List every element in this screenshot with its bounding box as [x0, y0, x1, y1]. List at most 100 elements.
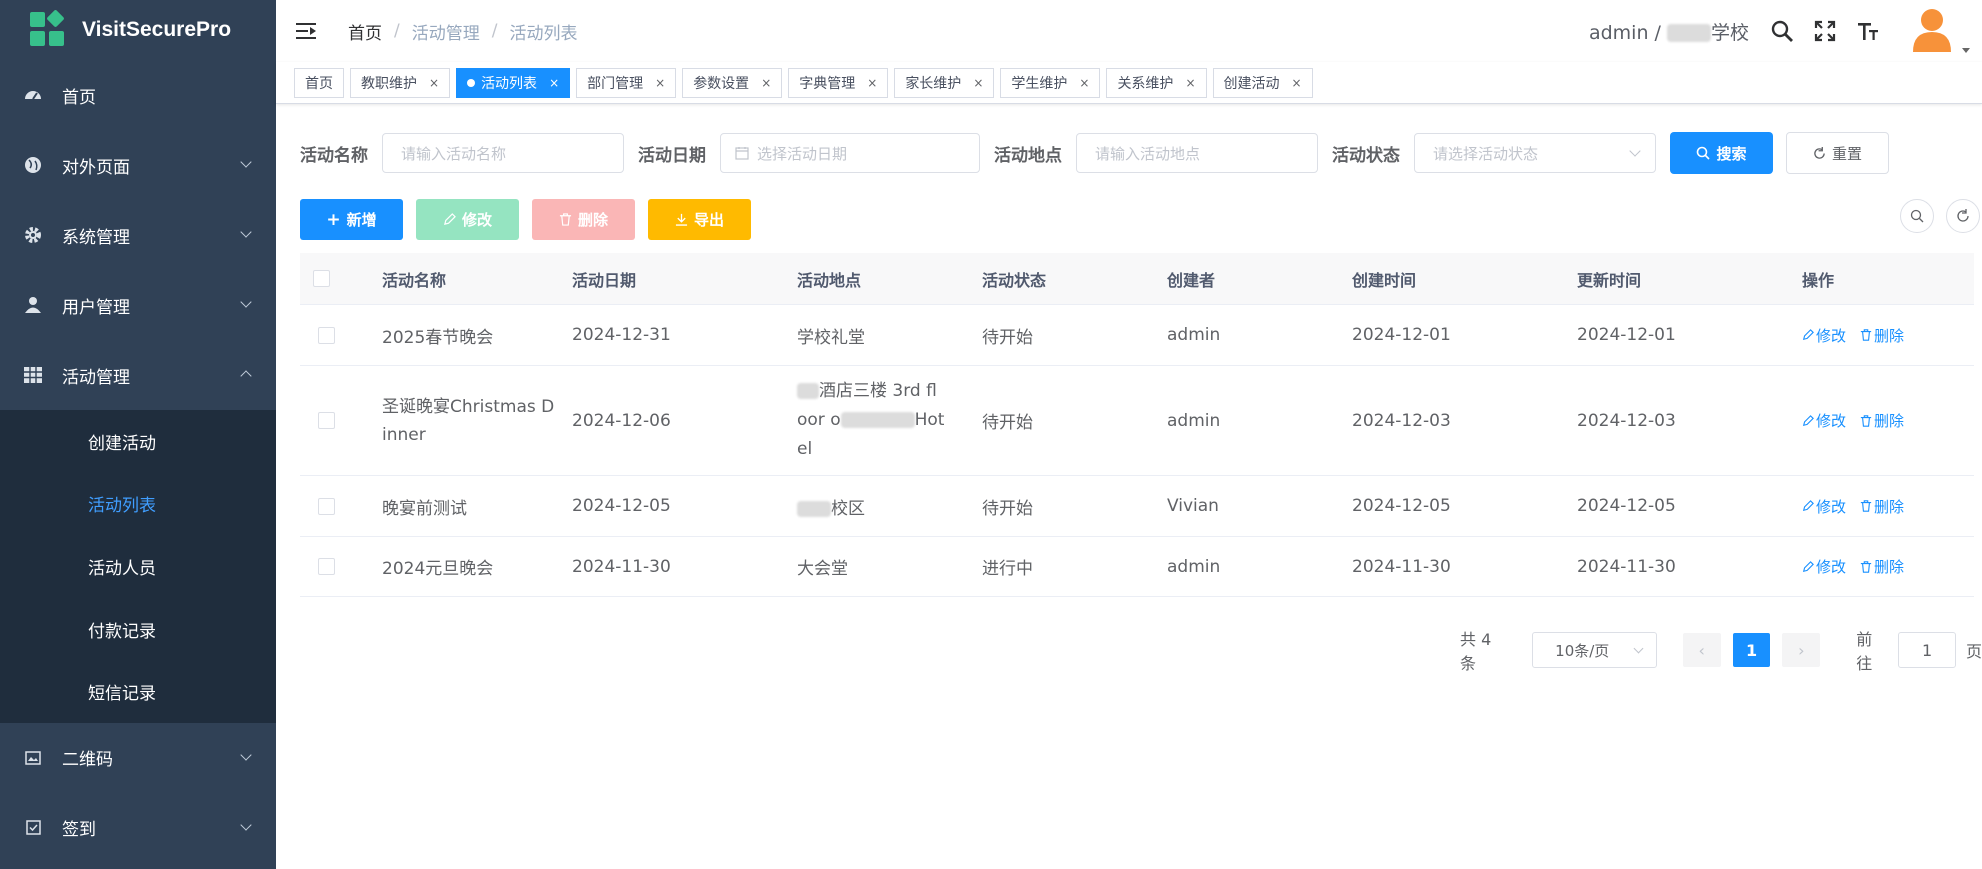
- close-icon[interactable]: ×: [429, 76, 439, 90]
- submenu-item-create-activity[interactable]: 创建活动: [0, 410, 276, 473]
- page-number-current[interactable]: 1: [1732, 633, 1771, 667]
- close-icon[interactable]: ×: [1079, 76, 1089, 90]
- row-checkbox[interactable]: [318, 326, 335, 344]
- row-delete-link[interactable]: 删除: [1860, 556, 1904, 577]
- prev-page-button[interactable]: ‹: [1682, 633, 1721, 667]
- row-delete-link[interactable]: 删除: [1860, 496, 1904, 517]
- tag-staff[interactable]: 教职维护 ×: [350, 67, 451, 98]
- column-header-status[interactable]: 活动状态: [982, 267, 1167, 291]
- cell-date: 2024-12-05: [572, 496, 671, 516]
- activity-name-input[interactable]: 请输入活动名称: [382, 133, 624, 173]
- sidebar-item-external-pages[interactable]: 对外页面: [0, 130, 276, 200]
- edit-button[interactable]: 修改: [416, 199, 519, 240]
- column-header-name[interactable]: 活动名称: [382, 267, 572, 291]
- close-icon[interactable]: ×: [1185, 76, 1195, 90]
- tag-params[interactable]: 参数设置 ×: [682, 67, 783, 98]
- tag-relations[interactable]: 关系维护 ×: [1106, 67, 1207, 98]
- tag-create-activity[interactable]: 创建活动 ×: [1212, 67, 1313, 98]
- row-edit-link[interactable]: 修改: [1802, 410, 1846, 431]
- activity-status-select[interactable]: 请选择活动状态: [1414, 133, 1656, 173]
- tag-home[interactable]: 首页: [294, 67, 344, 98]
- row-checkbox[interactable]: [318, 558, 335, 575]
- delete-button[interactable]: 删除: [532, 199, 635, 240]
- row-edit-link[interactable]: 修改: [1802, 556, 1846, 577]
- tag-students[interactable]: 学生维护 ×: [1000, 67, 1101, 98]
- row-checkbox[interactable]: [318, 497, 335, 515]
- user-avatar[interactable]: [1910, 6, 1970, 56]
- sidebar-item-qrcode[interactable]: 二维码: [0, 723, 276, 793]
- edit-icon: [444, 213, 456, 225]
- table-row[interactable]: 2024元旦晚会 2024-11-30 大会堂 进行中 admin 2024-1…: [300, 537, 1974, 597]
- close-icon[interactable]: ×: [973, 76, 983, 90]
- breadcrumb-item-activity-list: 活动列表: [509, 23, 578, 44]
- next-page-button[interactable]: ›: [1782, 633, 1821, 667]
- search-icon[interactable]: [1769, 18, 1795, 44]
- plus-icon: +: [326, 209, 341, 230]
- refresh-table-button[interactable]: [1946, 199, 1980, 233]
- add-button[interactable]: + 新增: [300, 199, 403, 240]
- edit-icon: [1802, 500, 1814, 512]
- close-icon[interactable]: ×: [1292, 76, 1302, 90]
- sidebar-item-users[interactable]: 用户管理: [0, 270, 276, 340]
- sidebar-item-checkin[interactable]: 签到: [0, 793, 276, 863]
- close-icon[interactable]: ×: [549, 76, 559, 90]
- select-all-checkbox[interactable]: [313, 270, 330, 287]
- search-button[interactable]: 搜索: [1670, 132, 1773, 174]
- breadcrumb-item-home[interactable]: 首页: [348, 19, 382, 44]
- tag-dictionary[interactable]: 字典管理 ×: [788, 67, 889, 98]
- sidebar-item-home[interactable]: 首页: [0, 60, 276, 130]
- page-size-select[interactable]: 10条/页: [1532, 632, 1657, 668]
- goto-page-input[interactable]: 1: [1898, 632, 1956, 668]
- submenu-item-activity-people[interactable]: 活动人员: [0, 535, 276, 598]
- cell-created: 2024-12-05: [1352, 496, 1451, 516]
- cell-created: 2024-12-03: [1352, 410, 1451, 431]
- sidebar-item-label: 二维码: [62, 750, 113, 771]
- table-row[interactable]: 晚宴前测试 2024-12-05 校区 待开始 Vivian 2024-12-0…: [300, 476, 1974, 537]
- table-icon: [24, 366, 42, 384]
- submenu-item-sms-records[interactable]: 短信记录: [0, 660, 276, 723]
- tags-view: 首页 教职维护 × 活动列表 × 部门管理 × 参数设置 × 字典管理 × 家长维护 × 学…: [276, 62, 1982, 104]
- hamburger-icon[interactable]: [296, 22, 318, 40]
- calendar-icon: [735, 147, 749, 160]
- close-icon[interactable]: ×: [655, 76, 665, 90]
- table-row[interactable]: 2025春节晚会 2024-12-31 学校礼堂 待开始 admin 2024-…: [300, 305, 1974, 366]
- user-icon: [24, 296, 42, 314]
- row-delete-link[interactable]: 删除: [1860, 325, 1904, 346]
- column-header-place[interactable]: 活动地点: [797, 267, 982, 291]
- export-button[interactable]: 导出: [648, 199, 751, 240]
- font-size-icon[interactable]: [1855, 18, 1881, 44]
- table-toolbar: + 新增 修改 删除 导出: [300, 199, 764, 240]
- row-edit-link[interactable]: 修改: [1802, 496, 1846, 517]
- logo[interactable]: VisitSecurePro: [0, 0, 276, 60]
- toggle-search-button[interactable]: [1900, 199, 1934, 233]
- top-navbar: 首页 / 活动管理 / 活动列表 admin / 学校: [276, 0, 1982, 62]
- fullscreen-icon[interactable]: [1812, 18, 1838, 44]
- close-icon[interactable]: ×: [761, 76, 771, 90]
- column-header-creator[interactable]: 创建者: [1167, 267, 1352, 291]
- edit-icon: [1802, 560, 1814, 572]
- sidebar-item-activities[interactable]: 活动管理: [0, 340, 276, 410]
- column-header-created[interactable]: 创建时间: [1352, 267, 1577, 291]
- cell-actions: 修改 删除: [1802, 496, 1982, 517]
- close-icon[interactable]: ×: [867, 76, 877, 90]
- tag-departments[interactable]: 部门管理 ×: [576, 67, 677, 98]
- caret-down-icon: [1962, 48, 1970, 53]
- reset-button[interactable]: 重置: [1786, 132, 1889, 174]
- tag-activity-list[interactable]: 活动列表 ×: [456, 67, 571, 98]
- search-form: 活动名称 请输入活动名称 活动日期 选择活动日期 活动地点 请输入活动地点 活动…: [300, 132, 1889, 174]
- column-header-date[interactable]: 活动日期: [572, 267, 797, 291]
- cell-status: 待开始: [982, 413, 1033, 433]
- sidebar-item-system[interactable]: 系统管理: [0, 200, 276, 270]
- globe-icon: [24, 156, 42, 174]
- table-row[interactable]: 圣诞晚宴Christmas Dinner 2024-12-06 酒店三楼 3rd…: [300, 366, 1974, 476]
- activity-place-input[interactable]: 请输入活动地点: [1076, 133, 1318, 173]
- row-delete-link[interactable]: 删除: [1860, 410, 1904, 431]
- breadcrumb-item-activities[interactable]: 活动管理: [412, 19, 480, 44]
- row-checkbox[interactable]: [318, 412, 335, 429]
- column-header-updated[interactable]: 更新时间: [1577, 267, 1802, 291]
- activity-date-picker[interactable]: 选择活动日期: [720, 133, 980, 173]
- tag-parents[interactable]: 家长维护 ×: [894, 67, 995, 98]
- submenu-item-payment-records[interactable]: 付款记录: [0, 598, 276, 661]
- submenu-item-activity-list[interactable]: 活动列表: [0, 473, 276, 536]
- row-edit-link[interactable]: 修改: [1802, 325, 1846, 346]
